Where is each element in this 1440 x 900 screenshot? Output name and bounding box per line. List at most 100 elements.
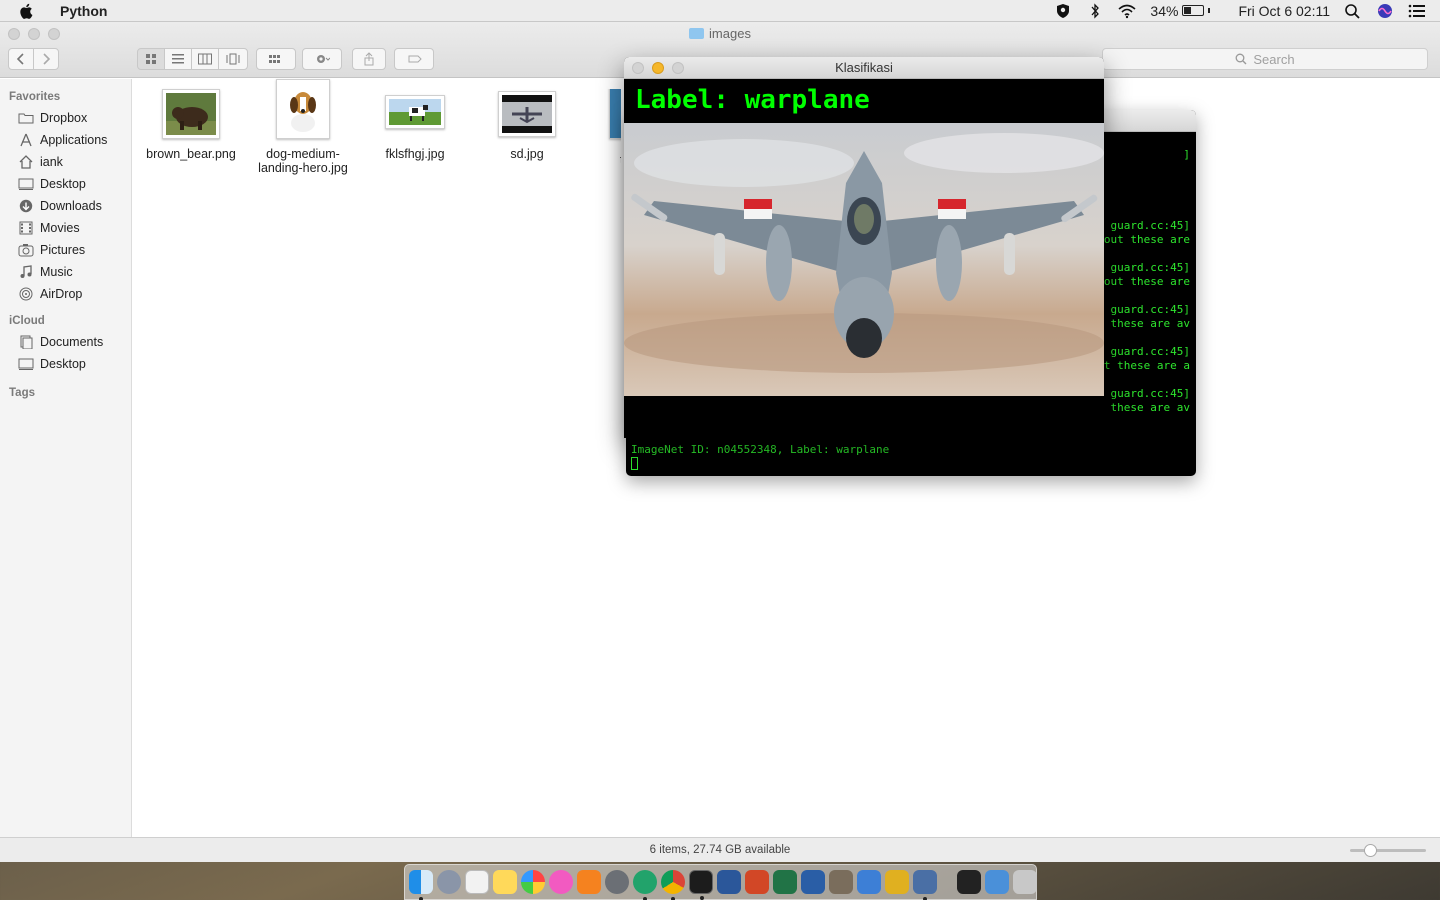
sidebar-item-label: Applications [40,133,108,147]
notification-center-icon[interactable] [1408,3,1426,19]
finder-dock-icon[interactable] [409,870,433,900]
clock[interactable]: Fri Oct 6 02:11 [1238,3,1330,19]
tags-button[interactable] [394,48,434,70]
sidebar-item-label: Movies [40,221,80,235]
sidebar-item-downloads[interactable]: Downloads [0,195,131,217]
arrange-icon [269,55,280,63]
sidebar-item-desktop[interactable]: Desktop [0,173,131,195]
file-thumbnail [162,89,220,139]
view-icons-button[interactable] [137,48,165,70]
window-title: images [0,26,1440,41]
terminal-line: out these are [1103,275,1190,288]
itunes-dock-icon[interactable] [549,870,573,894]
terminal-line: these are av [1103,317,1190,330]
sidebar-item-label: Desktop [40,357,86,371]
terminal-line: out these are [1103,233,1190,246]
view-list-button[interactable] [164,48,192,70]
close-button[interactable] [632,62,644,74]
trash-dock-icon[interactable] [1013,870,1037,894]
window-title: Klasifikasi [835,60,893,75]
app-name[interactable]: Python [60,3,107,19]
sidebar-item-music[interactable]: Music [0,261,131,283]
system-preferences-dock-icon[interactable] [605,870,629,894]
sidebar-header-favorites: Favorites [9,91,61,103]
sidebar-item-applications[interactable]: Applications [0,129,131,151]
minimize-button[interactable] [652,62,664,74]
view-coverflow-button[interactable] [218,48,248,70]
forward-button[interactable] [33,48,59,70]
chevron-left-icon [16,53,24,65]
sidebar-item-icloud-desktop[interactable]: Desktop [0,353,131,375]
python-launcher-dock-icon[interactable] [913,870,937,900]
terminal-line: ] [1183,148,1190,161]
file-item[interactable]: brown_bear.png [133,89,249,161]
gear-icon [317,55,330,63]
terminal-result-line: ImageNet ID: n04552348, Label: warplane [631,443,890,456]
menu-bar: Python 34% Fri Oct 6 02:11 [0,0,1440,22]
contacts-dock-icon[interactable] [465,870,489,894]
airdrop-icon [19,287,33,301]
search-field[interactable]: Search [1102,48,1428,70]
file-item[interactable]: t [581,89,621,167]
documents-icon [20,335,33,349]
chrome-dock-icon[interactable] [661,870,685,900]
wifi-icon[interactable] [1118,3,1136,19]
status-bar: 6 items, 27.74 GB available [0,837,1440,862]
app-dock-icon[interactable] [885,870,909,894]
apple-icon[interactable] [18,2,36,20]
word-dock-icon[interactable] [717,870,741,894]
warplane-image [624,123,1104,396]
notes-dock-icon[interactable] [493,870,517,894]
view-columns-button[interactable] [191,48,219,70]
tag-icon [408,55,422,63]
list-icon [172,54,184,64]
launchpad-dock-icon[interactable] [437,870,461,894]
ibooks-dock-icon[interactable] [577,870,601,894]
sidebar-item-label: Downloads [40,199,102,213]
terminal-line: guard.cc:45] [1110,219,1190,232]
desktop-icon [18,358,34,370]
klasifikasi-titlebar[interactable]: Klasifikasi [624,57,1104,79]
music-icon [20,265,32,278]
file-name: t [581,153,621,167]
sidebar-item-movies[interactable]: Movies [0,217,131,239]
zoom-button[interactable] [672,62,684,74]
photos-dock-icon[interactable] [521,870,545,894]
icon-size-slider[interactable] [1350,844,1426,857]
file-thumbnail [498,91,556,137]
mail-dock-icon[interactable] [857,870,881,894]
terminal-line: t these are a [1103,359,1190,372]
klasifikasi-window[interactable]: Klasifikasi Label: warplane [624,57,1104,438]
file-item[interactable]: fklsfhgj.jpg [357,89,473,161]
cow-image [389,99,441,125]
bluetooth-icon[interactable] [1086,2,1104,19]
atom-dock-icon[interactable] [633,870,657,900]
sidebar-item-home[interactable]: iank [0,151,131,173]
sidebar-item-airdrop[interactable]: AirDrop [0,283,131,305]
chevron-right-icon [43,53,51,65]
gimp-dock-icon[interactable] [829,870,853,894]
slider-knob[interactable] [1364,844,1377,857]
file-item[interactable]: dog-medium-landing-hero.jpg [245,79,361,175]
spotlight-icon[interactable] [1344,3,1362,19]
powerpoint-dock-icon[interactable] [745,870,769,894]
sidebar-item-documents[interactable]: Documents [0,331,131,353]
jet-image [502,95,552,133]
excel-dock-icon[interactable] [773,870,797,894]
terminal-line: guard.cc:45] [1110,261,1190,274]
sidebar-item-pictures[interactable]: Pictures [0,239,131,261]
back-button[interactable] [8,48,34,70]
siri-icon[interactable] [1376,3,1394,19]
arrange-button[interactable] [256,48,296,70]
pen-dock-icon[interactable] [801,870,825,894]
file-item[interactable]: sd.jpg [469,89,585,161]
share-button[interactable] [352,48,386,70]
shield-icon[interactable] [1054,3,1072,19]
terminal-dock-icon[interactable] [689,870,713,900]
minimized-window-dock-icon[interactable] [957,870,981,894]
sidebar-item-dropbox[interactable]: Dropbox [0,107,131,129]
dock [404,864,1037,900]
minimized-window-dock-icon[interactable] [985,870,1009,894]
action-button[interactable] [302,48,342,70]
battery-status[interactable]: 34% [1150,3,1211,19]
